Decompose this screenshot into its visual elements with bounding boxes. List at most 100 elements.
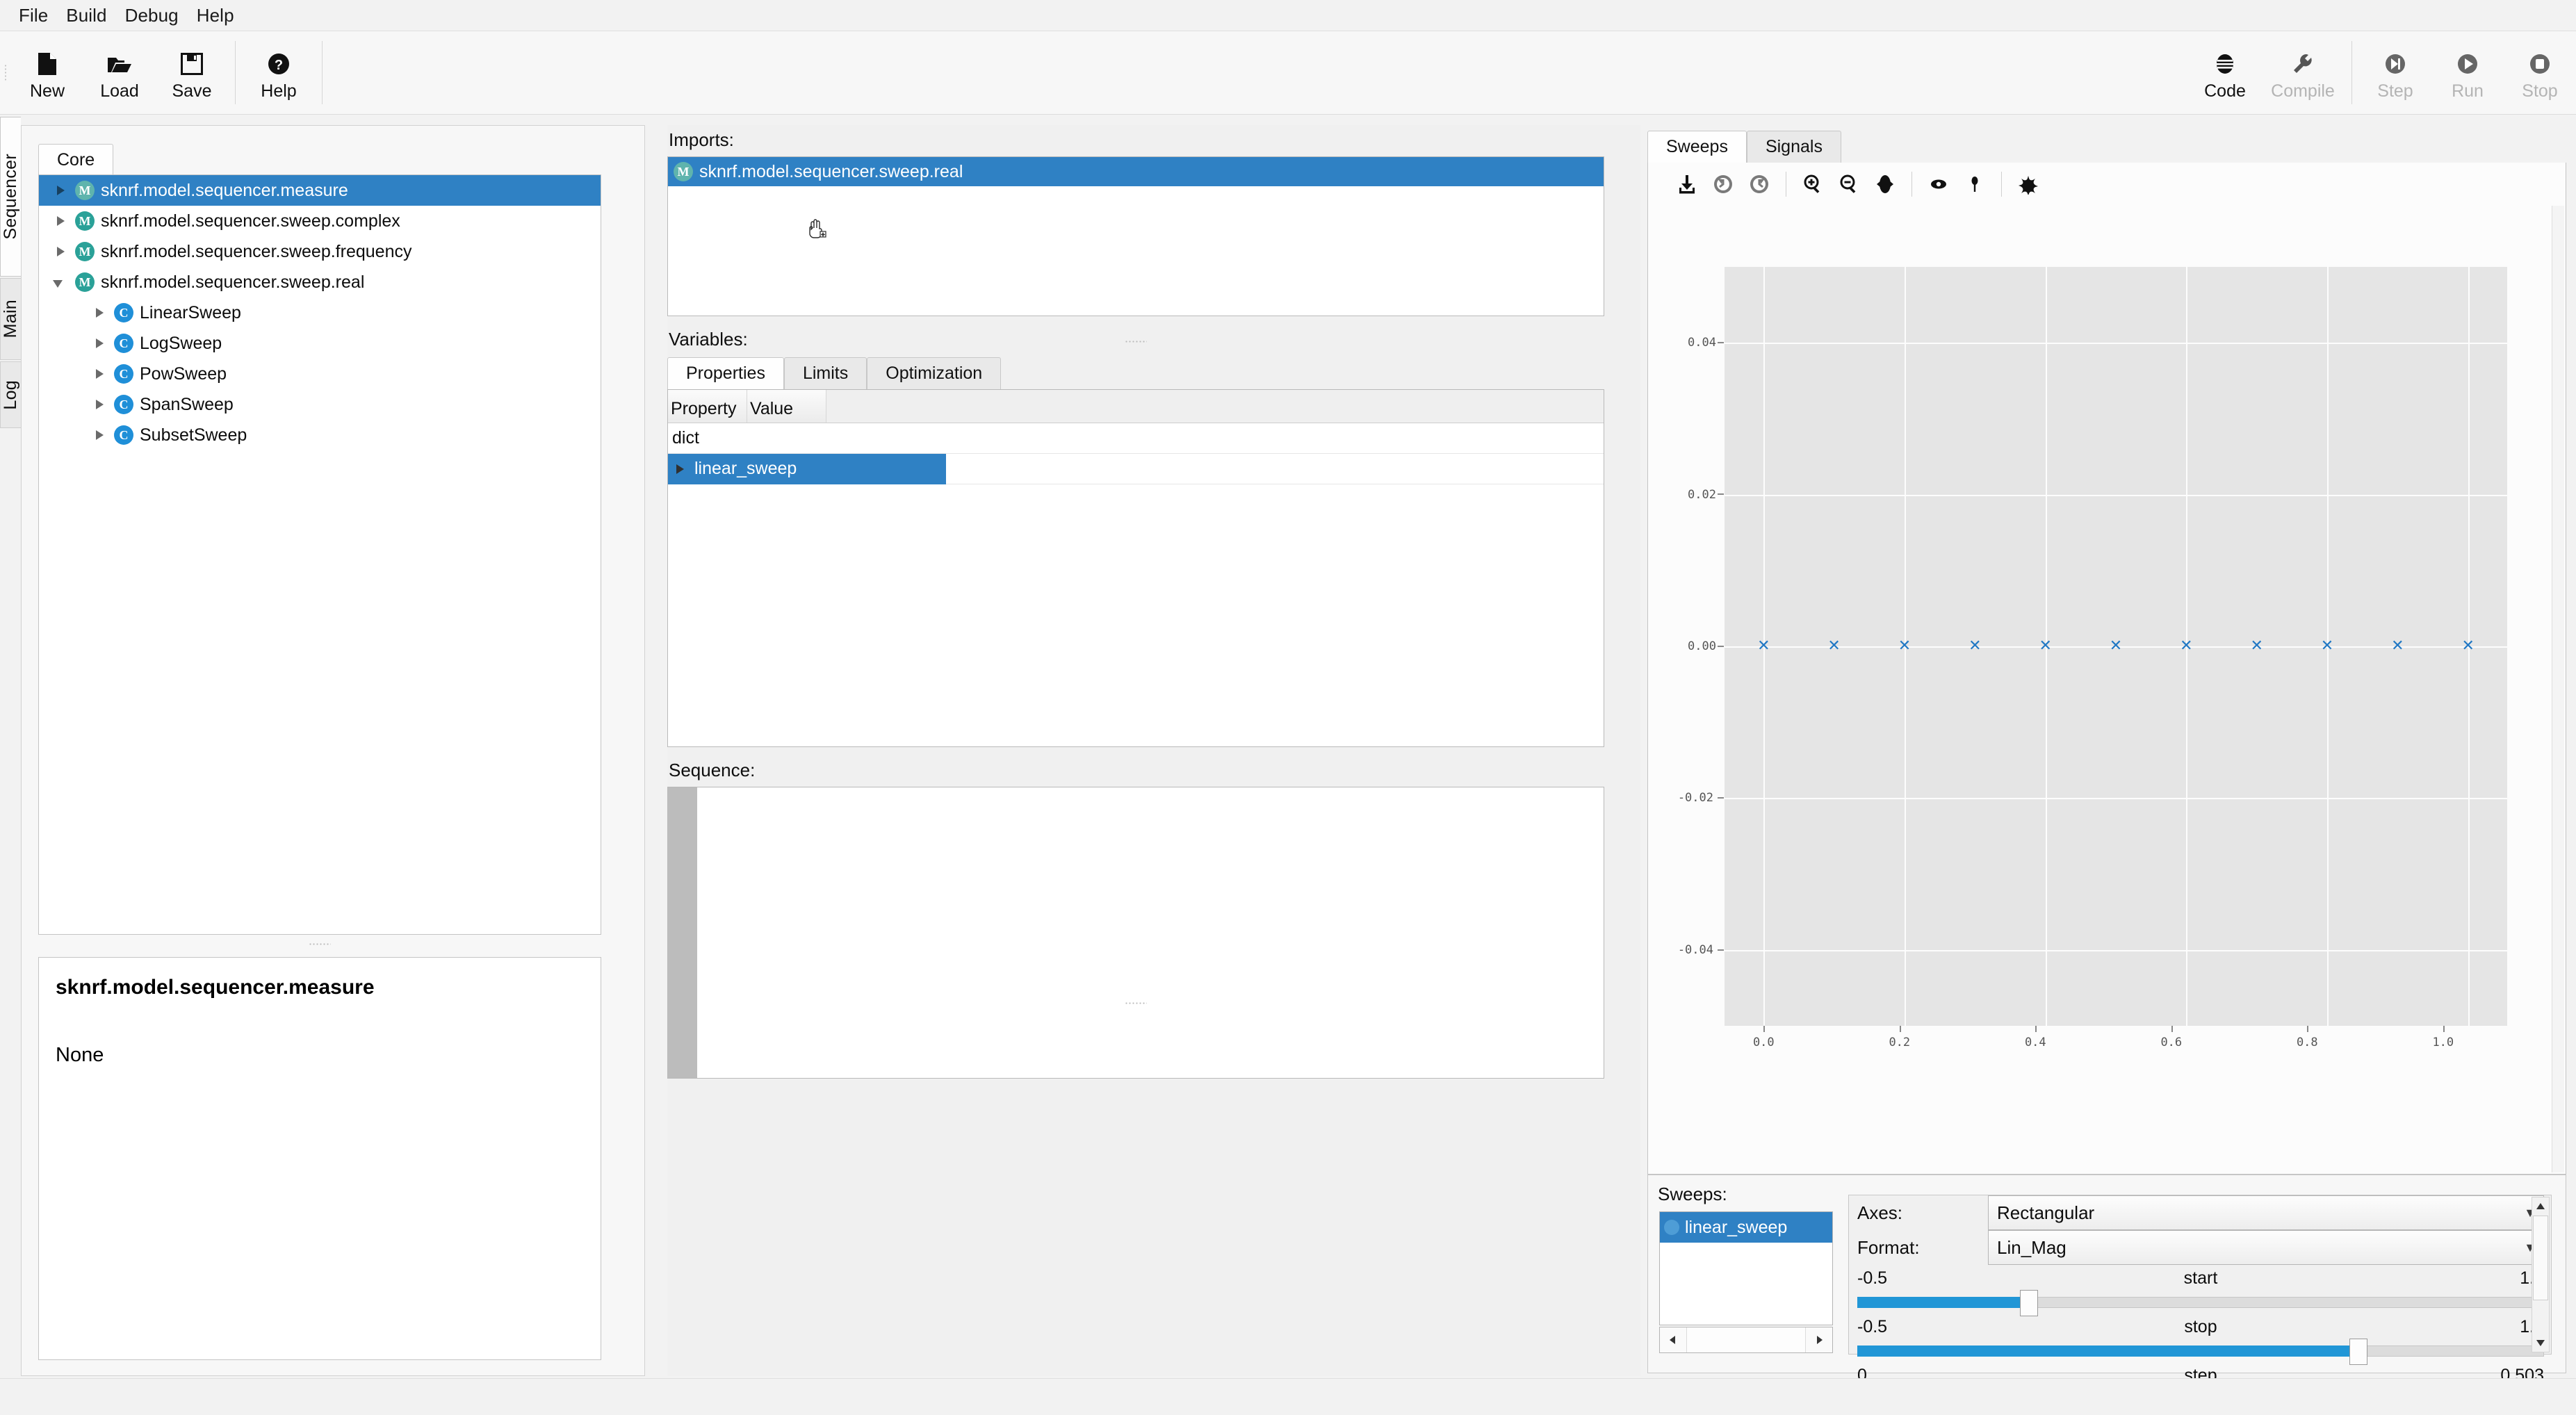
chevron-right-icon[interactable]	[53, 216, 71, 226]
stop-slider[interactable]	[1857, 1339, 2544, 1365]
sweeps-list-horizontal-scrollbar[interactable]	[1659, 1327, 1833, 1353]
stop-button[interactable]: Stop	[2504, 31, 2576, 114]
compile-button-label: Compile	[2271, 81, 2335, 101]
column-header-value[interactable]: Value	[747, 390, 826, 423]
axes-label: Axes:	[1857, 1202, 1903, 1223]
data-point-marker: ✕	[2391, 637, 2404, 655]
y-axis-tick-label: 0.04	[1688, 336, 1716, 350]
table-row[interactable]: linear_sweep	[668, 453, 1604, 484]
load-button[interactable]: Load	[83, 31, 156, 114]
code-button[interactable]: Code	[2189, 31, 2261, 114]
tree-row[interactable]: M sknrf.model.sequencer.sweep.complex	[39, 206, 601, 236]
tree-row[interactable]: C PowSweep	[39, 359, 601, 389]
column-header-filler	[826, 390, 1604, 423]
stop-slider-fill	[1857, 1346, 2359, 1357]
chevron-right-icon[interactable]	[92, 400, 110, 409]
tree-row[interactable]: M sknrf.model.sequencer.sweep.frequency	[39, 236, 601, 267]
scroll-thumb[interactable]	[2533, 1216, 2548, 1300]
fit-horizontal-icon[interactable]	[1867, 166, 1903, 202]
step-button[interactable]: Step	[2359, 31, 2431, 114]
chart-plot-area[interactable]: ✕ ✕ ✕ ✕ ✕ ✕ ✕ ✕ ✕ ✕ ✕	[1725, 267, 2507, 1026]
list-item[interactable]: linear_sweep	[1660, 1212, 1832, 1243]
scroll-left-arrow-icon[interactable]	[1660, 1327, 1686, 1352]
help-button[interactable]: ? Help	[243, 31, 315, 114]
chevron-right-icon[interactable]	[92, 369, 110, 379]
start-slider-handle[interactable]	[2020, 1290, 2038, 1316]
chevron-right-icon[interactable]	[92, 308, 110, 318]
stop-slider-handle[interactable]	[2349, 1339, 2368, 1365]
help-button-label: Help	[261, 81, 297, 101]
axes-controls-vertical-scrollbar[interactable]	[2532, 1197, 2550, 1352]
save-button-label: Save	[172, 81, 212, 101]
scroll-up-arrow-icon[interactable]	[2532, 1197, 2549, 1216]
tree-row[interactable]: M sknrf.model.sequencer.measure	[39, 175, 601, 206]
table-cell-property: linear_sweep	[668, 453, 946, 484]
sidebar-item-main[interactable]: Main	[0, 278, 21, 360]
sidebar-item-sequencer[interactable]: Sequencer	[0, 117, 21, 277]
sequence-editor[interactable]	[667, 787, 1604, 1079]
chevron-right-icon[interactable]	[92, 338, 110, 348]
table-cell-property-label: linear_sweep	[694, 459, 797, 478]
tab-properties[interactable]: Properties	[667, 357, 784, 389]
axes-select[interactable]: Rectangular ▼	[1988, 1195, 2544, 1230]
menu-bar: File Build Debug Help	[0, 0, 2576, 31]
tree-row[interactable]: M sknrf.model.sequencer.sweep.real	[39, 267, 601, 297]
toolbar-drag-handle[interactable]	[0, 31, 11, 114]
y-axis-tick-label: -0.04	[1677, 942, 1713, 957]
chevron-right-icon[interactable]	[92, 430, 110, 440]
module-tree[interactable]: M sknrf.model.sequencer.measure M sknrf.…	[38, 174, 601, 935]
save-button[interactable]: Save	[156, 31, 228, 114]
tree-row[interactable]: C SpanSweep	[39, 389, 601, 420]
start-slider[interactable]	[1857, 1290, 2544, 1316]
format-select[interactable]: Lin_Mag ▼	[1988, 1230, 2544, 1265]
sweep-chart[interactable]: ✕ ✕ ✕ ✕ ✕ ✕ ✕ ✕ ✕ ✕ ✕ 0.04 0.02 0.00 -0.…	[1662, 206, 2550, 1109]
menu-debug[interactable]: Debug	[116, 3, 188, 28]
tab-optimization[interactable]: Optimization	[867, 357, 1002, 389]
tab-sweeps[interactable]: Sweeps	[1647, 131, 1747, 163]
x-axis-tick-mark	[1763, 1026, 1766, 1032]
undo-rotate-left-icon[interactable]	[1705, 166, 1741, 202]
chevron-right-icon[interactable]	[53, 186, 71, 195]
tab-limits[interactable]: Limits	[783, 357, 867, 389]
plot-vertical-scrollbar[interactable]	[2552, 206, 2564, 1172]
tab-core[interactable]: Core	[38, 144, 114, 176]
imports-list[interactable]: M sknrf.model.sequencer.sweep.real	[667, 156, 1604, 316]
zoom-out-icon[interactable]	[1831, 166, 1867, 202]
chevron-down-icon[interactable]	[53, 277, 71, 288]
sidebar-item-log[interactable]: Log	[0, 361, 21, 428]
menu-help[interactable]: Help	[188, 3, 243, 28]
left-panel-splitter[interactable]	[38, 938, 601, 950]
marker-pin-icon[interactable]	[1957, 166, 1993, 202]
plot-frame: ✕ ✕ ✕ ✕ ✕ ✕ ✕ ✕ ✕ ✕ ✕ 0.04 0.02 0.00 -0.…	[1647, 163, 2566, 1175]
y-axis-tick-mark	[1718, 645, 1724, 647]
clear-markers-icon[interactable]	[2010, 166, 2046, 202]
center-splitter-2[interactable]	[667, 997, 1604, 1009]
run-button[interactable]: Run	[2431, 31, 2504, 114]
step-icon	[2385, 48, 2406, 80]
chevron-right-icon[interactable]	[53, 247, 71, 256]
tab-signals[interactable]: Signals	[1746, 131, 1841, 163]
tree-row-label: sknrf.model.sequencer.sweep.frequency	[101, 241, 412, 261]
zoom-in-icon[interactable]	[1795, 166, 1831, 202]
column-header-property[interactable]: Property	[668, 390, 747, 423]
scroll-down-arrow-icon[interactable]	[2532, 1334, 2549, 1352]
scroll-track[interactable]	[1686, 1327, 1806, 1352]
eye-visibility-icon[interactable]	[1921, 166, 1957, 202]
properties-table[interactable]: Property Value dict linear_sweep	[667, 389, 1604, 747]
scroll-right-arrow-icon[interactable]	[1806, 1327, 1832, 1352]
tree-row[interactable]: C LogSweep	[39, 328, 601, 359]
axes-row: Axes: Rectangular ▼	[1849, 1195, 2551, 1230]
chevron-right-icon[interactable]	[672, 464, 690, 474]
tree-row[interactable]: C LinearSweep	[39, 297, 601, 328]
redo-rotate-right-icon[interactable]	[1741, 166, 1777, 202]
table-row[interactable]: dict	[668, 423, 1604, 454]
sweeps-list[interactable]: linear_sweep	[1659, 1211, 1833, 1325]
compile-button[interactable]: Compile	[2261, 31, 2345, 114]
menu-file[interactable]: File	[10, 3, 57, 28]
save-download-icon[interactable]	[1669, 166, 1705, 202]
menu-build[interactable]: Build	[57, 3, 115, 28]
import-list-item[interactable]: M sknrf.model.sequencer.sweep.real	[668, 157, 1604, 186]
center-splitter-1[interactable]	[667, 335, 1604, 347]
new-button[interactable]: New	[11, 31, 83, 114]
tree-row[interactable]: C SubsetSweep	[39, 420, 601, 450]
